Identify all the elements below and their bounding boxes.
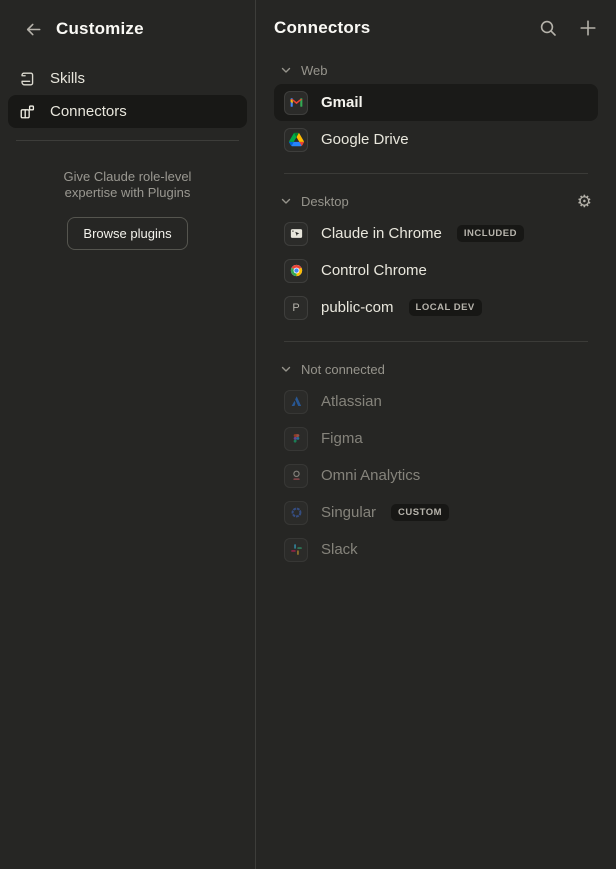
connector-name: Singular xyxy=(321,504,376,521)
included-badge: INCLUDED xyxy=(457,225,524,242)
sidebar-nav: Skills Connectors xyxy=(0,62,255,128)
sidebar-divider xyxy=(16,140,239,141)
connector-row-gmail[interactable]: Gmail xyxy=(274,84,598,121)
letter-p-icon: P xyxy=(284,296,308,320)
atlassian-icon xyxy=(284,390,308,414)
chrome-icon xyxy=(284,259,308,283)
connector-row-omni-analytics[interactable]: Omni Analytics xyxy=(274,457,598,494)
connector-name: Figma xyxy=(321,430,363,447)
connector-row-atlassian[interactable]: Atlassian xyxy=(274,383,598,420)
connector-name: Google Drive xyxy=(321,131,409,148)
search-icon[interactable] xyxy=(538,18,558,38)
chevron-down-icon xyxy=(280,195,292,207)
section-label: Desktop xyxy=(301,194,349,209)
connector-name: Control Chrome xyxy=(321,262,427,279)
slack-icon xyxy=(284,538,308,562)
sidebar-header: Customize xyxy=(0,14,255,44)
section-header-web[interactable]: Web xyxy=(274,58,598,82)
connector-row-slack[interactable]: Slack xyxy=(274,531,598,568)
plugins-promo-text: Give Claude role-level expertise with Pl… xyxy=(43,169,213,202)
section-divider xyxy=(284,341,588,342)
section-label: Web xyxy=(301,63,328,78)
panel-title: Connectors xyxy=(274,18,538,38)
omni-analytics-icon xyxy=(284,464,308,488)
connectors-icon xyxy=(18,103,36,121)
connector-row-figma[interactable]: Figma xyxy=(274,420,598,457)
google-drive-icon xyxy=(284,128,308,152)
skills-icon xyxy=(18,70,36,88)
section-label: Not connected xyxy=(301,362,385,377)
singular-icon xyxy=(284,501,308,525)
back-arrow-icon[interactable] xyxy=(24,20,43,39)
connectors-panel: Connectors Web xyxy=(256,0,616,869)
connector-name: Atlassian xyxy=(321,393,382,410)
gmail-icon xyxy=(284,91,308,115)
settings-gear-icon[interactable]: ⚙ xyxy=(577,193,592,210)
connector-row-control-chrome[interactable]: Control Chrome xyxy=(274,252,598,289)
connector-name: Omni Analytics xyxy=(321,467,420,484)
web-connector-list: Gmail Google Drive xyxy=(274,84,598,158)
local-dev-badge: LOCAL DEV xyxy=(409,299,482,316)
browse-plugins-button[interactable]: Browse plugins xyxy=(67,217,187,250)
sidebar-item-skills[interactable]: Skills xyxy=(8,62,247,95)
connector-name: Slack xyxy=(321,541,358,558)
section-header-not-connected[interactable]: Not connected xyxy=(274,357,598,381)
sidebar-item-connectors[interactable]: Connectors xyxy=(8,95,247,128)
custom-badge: CUSTOM xyxy=(391,504,449,521)
panel-header: Connectors xyxy=(274,0,598,56)
connector-name: Claude in Chrome xyxy=(321,225,442,242)
chevron-down-icon xyxy=(280,363,292,375)
connector-row-claude-in-chrome[interactable]: Claude in Chrome INCLUDED xyxy=(274,215,598,252)
claude-in-chrome-icon xyxy=(284,222,308,246)
sidebar: Customize Skills Connectors Give xyxy=(0,0,256,869)
section-header-desktop[interactable]: Desktop ⚙ xyxy=(274,189,598,213)
not-connected-list: Atlassian Figma xyxy=(274,383,598,568)
connector-row-google-drive[interactable]: Google Drive xyxy=(274,121,598,158)
connector-name: Gmail xyxy=(321,94,363,111)
connector-row-singular[interactable]: Singular CUSTOM xyxy=(274,494,598,531)
section-divider xyxy=(284,173,588,174)
page-title: Customize xyxy=(56,19,144,39)
desktop-connector-list: Claude in Chrome INCLUDED Control Chrome… xyxy=(274,215,598,326)
plus-icon[interactable] xyxy=(578,18,598,38)
connector-row-public-com[interactable]: P public-com LOCAL DEV xyxy=(274,289,598,326)
chevron-down-icon xyxy=(280,64,292,76)
sidebar-item-label: Skills xyxy=(50,70,85,87)
figma-icon xyxy=(284,427,308,451)
sidebar-item-label: Connectors xyxy=(50,103,127,120)
connector-name: public-com xyxy=(321,299,394,316)
